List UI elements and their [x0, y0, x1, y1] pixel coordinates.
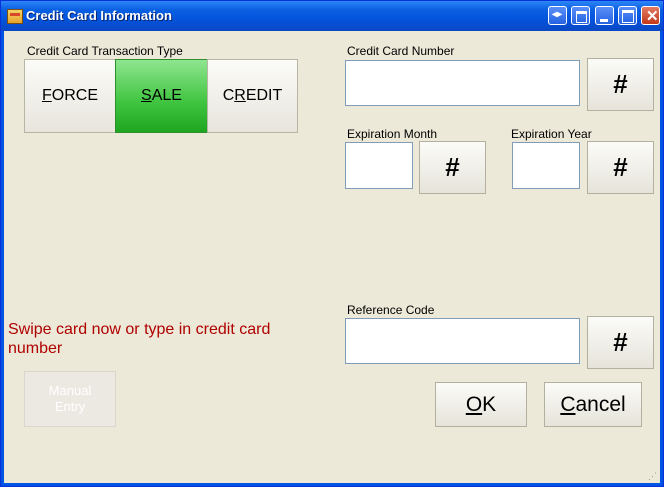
cancel-button-label: Cancel — [560, 392, 626, 416]
window-frame-icon — [576, 11, 587, 23]
window-title: Credit Card Information — [26, 8, 172, 23]
manual-entry-button[interactable]: Manual Entry — [24, 371, 116, 427]
force-button[interactable]: FORCE — [24, 59, 116, 133]
title-bar[interactable]: Credit Card Information ◂▸ ✕ — [1, 1, 663, 31]
maximize-icon — [622, 10, 634, 23]
force-button-label: FORCE — [41, 87, 98, 104]
card-number-label: Credit Card Number — [347, 44, 455, 58]
exp-month-input[interactable] — [345, 142, 413, 189]
resize-grip-icon[interactable]: ⋰ — [648, 471, 658, 481]
cancel-button[interactable]: Cancel — [544, 382, 642, 427]
dialog-client-area: Credit Card Transaction Type FORCE SALE … — [4, 31, 660, 483]
manual-entry-label: Manual Entry — [48, 383, 92, 414]
credit-button-label: CREDIT — [222, 87, 283, 104]
ok-button-label: OK — [465, 392, 497, 416]
minimize-icon — [600, 19, 608, 22]
exp-month-label: Expiration Month — [347, 127, 438, 141]
reference-code-input[interactable] — [345, 318, 580, 364]
close-icon: ✕ — [646, 8, 659, 25]
credit-card-window: Credit Card Information ◂▸ ✕ Credit Card… — [0, 0, 664, 487]
maximize-button[interactable] — [618, 6, 637, 25]
card-number-input[interactable] — [345, 60, 580, 106]
sale-button-label: SALE — [141, 87, 182, 104]
app-icon — [7, 9, 23, 24]
swipe-card-message: Swipe card now or type in credit card nu… — [8, 321, 271, 357]
exp-year-label: Expiration Year — [511, 127, 592, 141]
exp-month-keypad-button[interactable]: # — [419, 141, 486, 194]
exp-year-keypad-button[interactable]: # — [587, 141, 654, 194]
exp-year-input[interactable] — [512, 142, 580, 189]
restore-app-button[interactable] — [571, 6, 590, 25]
reference-code-keypad-button[interactable]: # — [587, 316, 654, 369]
sale-button[interactable]: SALE — [115, 59, 208, 133]
close-button[interactable]: ✕ — [641, 6, 660, 25]
minimize-button[interactable] — [595, 6, 614, 25]
arrows-icon: ◂▸ — [552, 9, 563, 20]
card-number-keypad-button[interactable]: # — [587, 58, 654, 111]
reference-code-label: Reference Code — [347, 303, 435, 317]
credit-button[interactable]: CREDIT — [207, 59, 298, 133]
ok-button[interactable]: OK — [435, 382, 527, 427]
transaction-type-label: Credit Card Transaction Type — [27, 44, 183, 58]
pin-button[interactable]: ◂▸ — [548, 6, 567, 25]
